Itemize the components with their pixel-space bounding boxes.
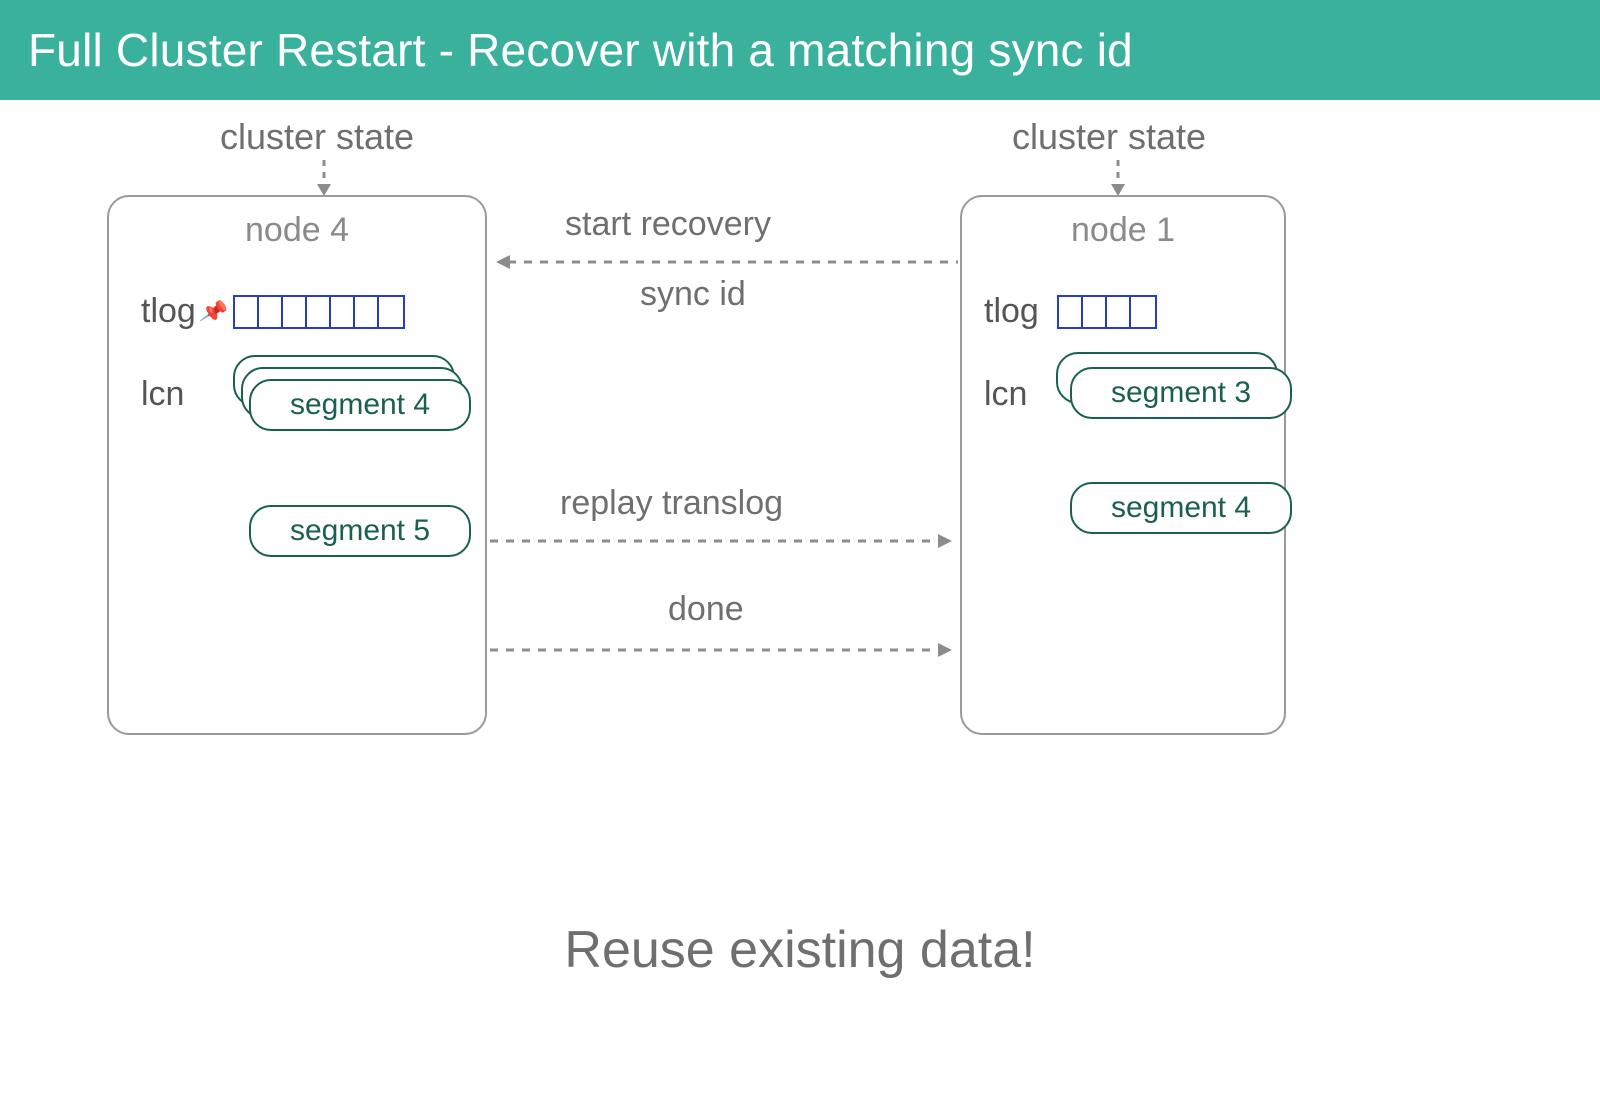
tlog-label: tlog <box>141 292 196 331</box>
segment-5-pill: segment 5 <box>249 505 471 557</box>
node-box-1: node 1 tlog lcn segment 3 segment 4 <box>960 195 1286 735</box>
node4-tlog-row: tlog 📌 <box>141 292 405 331</box>
page-title: Full Cluster Restart - Recover with a ma… <box>28 23 1133 77</box>
flow-label-replay-translog: replay translog <box>560 484 783 523</box>
arrow-right-icon <box>490 531 958 551</box>
tlog-cells <box>1057 295 1157 329</box>
segment-3-pill: segment 3 <box>1070 367 1292 419</box>
lcn-label: lcn <box>984 375 1027 414</box>
node1-lcn-row: lcn <box>984 375 1027 414</box>
node-box-4: node 4 tlog 📌 lcn segment 4 segment 5 <box>107 195 487 735</box>
cluster-state-label-right: cluster state <box>1012 116 1206 158</box>
diagram-stage: Full Cluster Restart - Recover with a ma… <box>0 0 1600 1101</box>
cluster-state-label-left: cluster state <box>220 116 414 158</box>
node1-tlog-row: tlog <box>984 292 1157 331</box>
flow-label-start-recovery: start recovery <box>565 205 771 244</box>
node4-lcn-row: lcn <box>141 375 184 414</box>
title-bar: Full Cluster Restart - Recover with a ma… <box>0 0 1600 100</box>
tlog-label: tlog <box>984 292 1039 331</box>
arrow-left-icon <box>490 252 958 272</box>
footer-caption: Reuse existing data! <box>0 920 1600 980</box>
flow-label-sync-id: sync id <box>640 275 746 314</box>
segment-4-pill: segment 4 <box>249 379 471 431</box>
node-4-label: node 4 <box>109 211 485 250</box>
lcn-label: lcn <box>141 375 184 414</box>
pin-icon: 📌 <box>198 296 230 326</box>
node-1-label: node 1 <box>962 211 1284 250</box>
segment-4-pill: segment 4 <box>1070 482 1292 534</box>
flow-label-done: done <box>668 590 744 629</box>
arrow-right-icon <box>490 640 958 660</box>
tlog-cells <box>233 295 405 329</box>
